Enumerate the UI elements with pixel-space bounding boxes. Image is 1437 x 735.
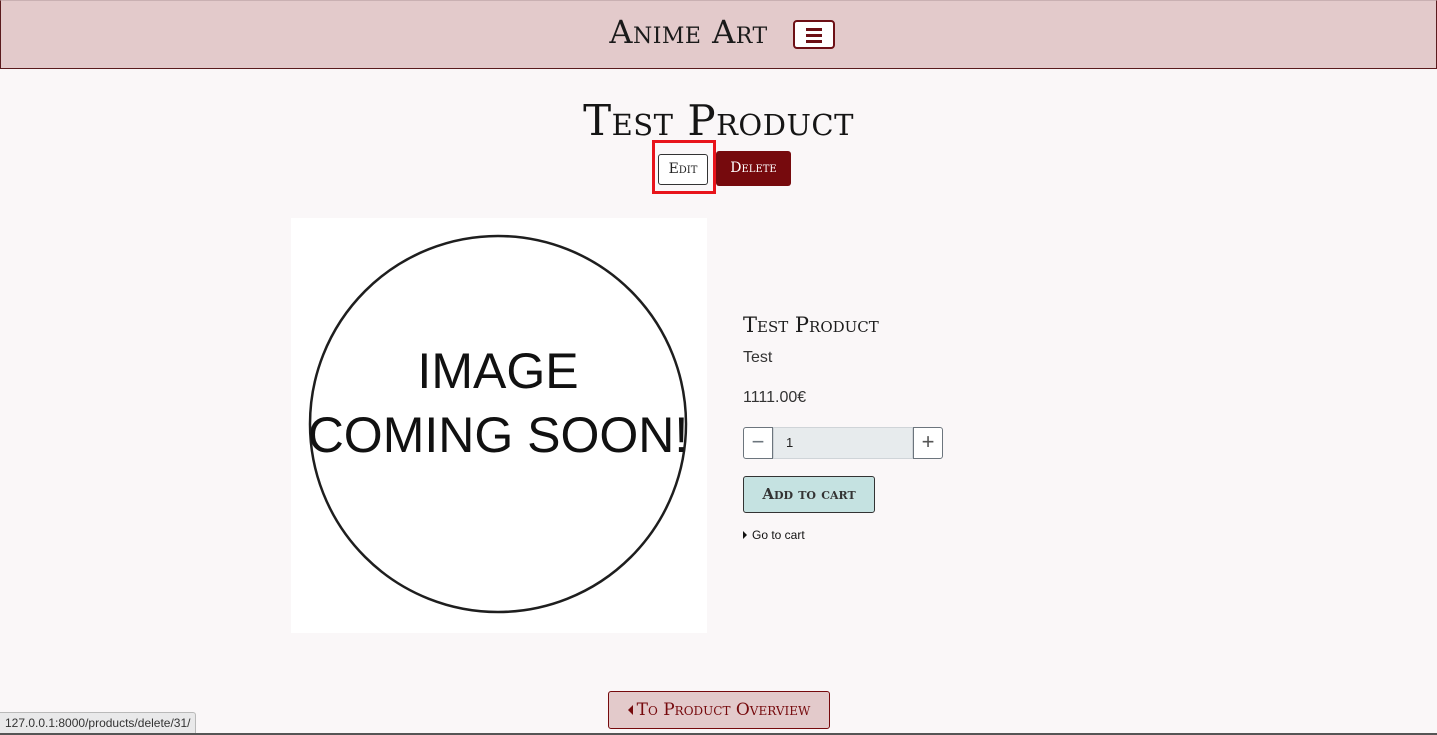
plus-icon: + <box>921 429 935 454</box>
edit-button[interactable]: Edit <box>658 154 708 185</box>
go-to-cart-link[interactable]: Go to cart <box>743 528 805 542</box>
navbar: Anime Art <box>0 0 1437 69</box>
delete-button[interactable]: Delete <box>716 151 791 186</box>
caret-left-icon <box>627 705 633 715</box>
product-name: Test Product <box>743 313 879 337</box>
menu-toggle-button[interactable] <box>793 20 835 49</box>
increment-button[interactable]: + <box>913 427 943 459</box>
product-overview-label: To Product Overview <box>636 700 811 720</box>
image-placeholder-line1: IMAGE <box>417 343 578 399</box>
status-bar-url: 127.0.0.1:8000/products/delete/31/ <box>0 712 197 734</box>
add-to-cart-button[interactable]: Add to cart <box>743 476 875 513</box>
product-description: Test <box>743 349 773 366</box>
decrement-button[interactable]: − <box>743 427 773 459</box>
page-title: Test Product <box>583 96 854 145</box>
go-to-cart-label: Go to cart <box>752 528 805 542</box>
brand-logo[interactable]: Anime Art <box>1 13 1436 51</box>
quantity-stepper: − 1 + <box>743 427 943 459</box>
product-image: IMAGE COMING SOON! <box>291 218 707 633</box>
caret-right-icon <box>743 531 747 539</box>
product-price: 1111.00€ <box>743 389 807 406</box>
product-overview-button[interactable]: To Product Overview <box>608 691 830 729</box>
quantity-input[interactable]: 1 <box>773 427 913 459</box>
minus-icon: − <box>751 429 765 454</box>
image-placeholder-line2: COMING SOON! <box>308 407 689 463</box>
